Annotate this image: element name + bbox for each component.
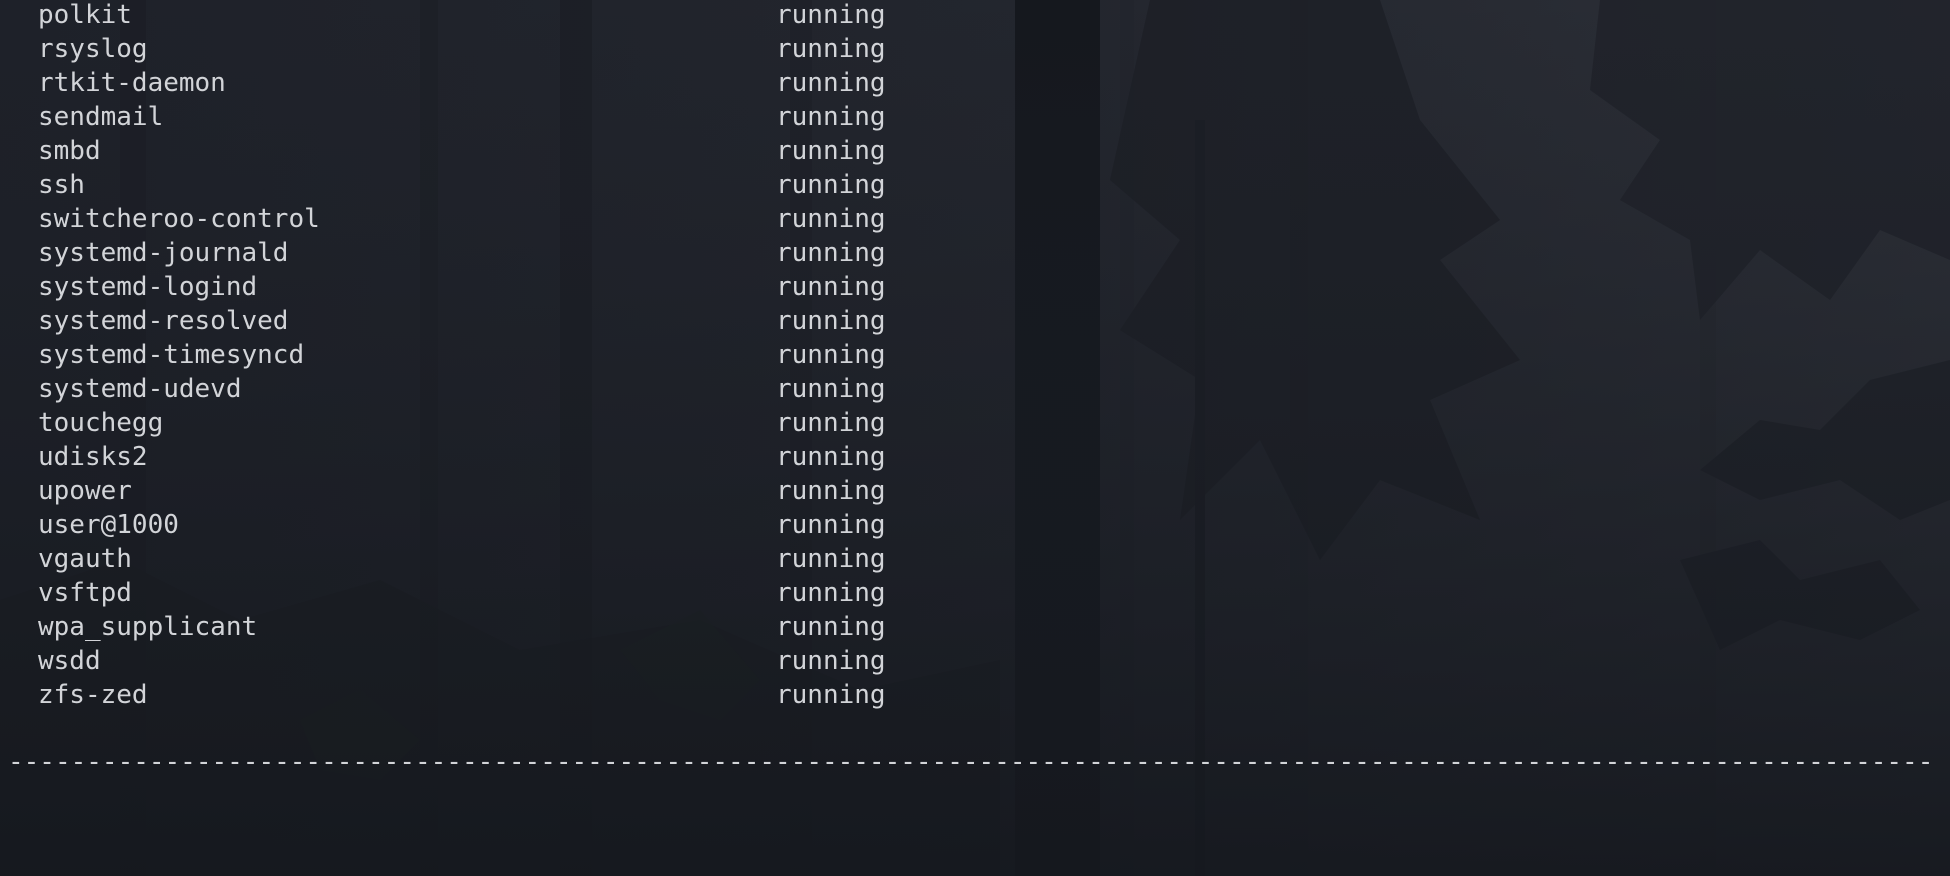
service-row: switcheroo-control running (38, 202, 886, 236)
dashed-separator: ----------------------------------------… (8, 747, 1933, 777)
service-name: vsftpd (38, 578, 132, 608)
service-row: systemd-timesyncd running (38, 338, 886, 372)
service-list: polkit running rsyslog running rtkit-daemo… (38, 0, 886, 712)
service-row: udisks2 running (38, 440, 886, 474)
service-status: running (776, 544, 886, 574)
service-status: running (776, 612, 886, 642)
service-name: zfs-zed (38, 680, 148, 710)
service-status: running (776, 646, 886, 676)
service-name: user@1000 (38, 510, 179, 540)
service-name: udisks2 (38, 442, 148, 472)
service-status: running (776, 102, 886, 132)
service-row: zfs-zed running (38, 678, 886, 712)
service-status: running (776, 680, 886, 710)
service-status: running (776, 272, 886, 302)
service-status: running (776, 0, 886, 30)
service-row: smbd running (38, 134, 886, 168)
service-name: systemd-timesyncd (38, 340, 305, 370)
service-status: running (776, 578, 886, 608)
service-row: polkit running (38, 0, 886, 32)
service-name: polkit (38, 0, 132, 30)
service-row: systemd-journald running (38, 236, 886, 270)
service-status: running (776, 510, 886, 540)
service-status: running (776, 306, 886, 336)
service-status: running (776, 238, 886, 268)
service-status: running (776, 442, 886, 472)
service-name: touchegg (38, 408, 164, 438)
service-status: running (776, 340, 886, 370)
service-name: systemd-udevd (38, 374, 242, 404)
service-name: switcheroo-control (38, 204, 320, 234)
service-status: running (776, 34, 886, 64)
service-name: rsyslog (38, 34, 148, 64)
service-row: touchegg running (38, 406, 886, 440)
service-row: rsyslog running (38, 32, 886, 66)
service-row: vsftpd running (38, 576, 886, 610)
service-status: running (776, 136, 886, 166)
service-row: systemd-udevd running (38, 372, 886, 406)
service-row: vgauth running (38, 542, 886, 576)
service-row: ssh running (38, 168, 886, 202)
service-row: upower running (38, 474, 886, 508)
service-name: wpa_supplicant (38, 612, 258, 642)
service-row: user@1000 running (38, 508, 886, 542)
service-name: upower (38, 476, 132, 506)
service-row: sendmail running (38, 100, 886, 134)
service-status: running (776, 68, 886, 98)
terminal-output: polkit running rsyslog running rtkit-daemo… (0, 0, 1950, 876)
service-row: wsdd running (38, 644, 886, 678)
service-status: running (776, 374, 886, 404)
service-name: ssh (38, 170, 85, 200)
service-status: running (776, 170, 886, 200)
service-row: wpa_supplicant running (38, 610, 886, 644)
service-name: smbd (38, 136, 101, 166)
service-name: sendmail (38, 102, 164, 132)
service-name: systemd-resolved (38, 306, 289, 336)
service-name: rtkit-daemon (38, 68, 226, 98)
service-name: systemd-journald (38, 238, 289, 268)
service-name: wsdd (38, 646, 101, 676)
service-row: systemd-resolved running (38, 304, 886, 338)
service-status: running (776, 476, 886, 506)
service-name: vgauth (38, 544, 132, 574)
service-row: systemd-logind running (38, 270, 886, 304)
service-status: running (776, 408, 886, 438)
service-row: rtkit-daemon running (38, 66, 886, 100)
service-status: running (776, 204, 886, 234)
service-name: systemd-logind (38, 272, 258, 302)
